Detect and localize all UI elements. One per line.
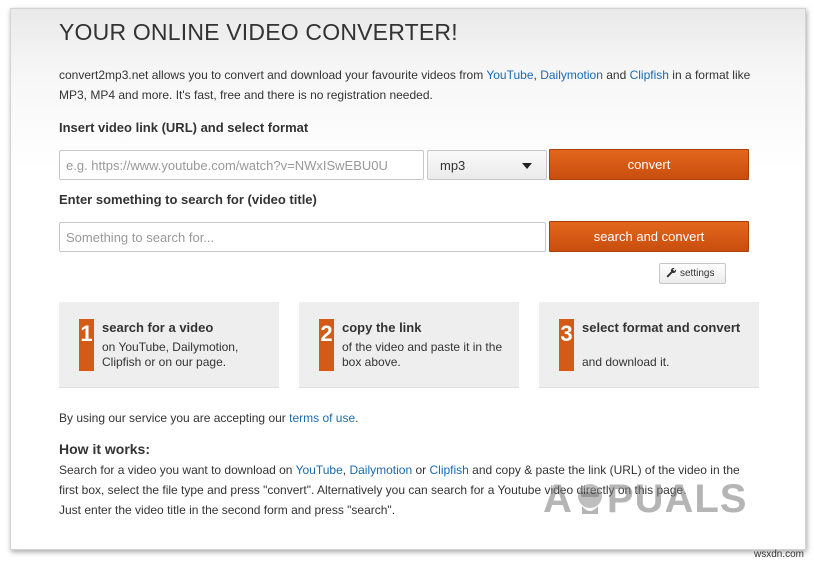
step-title: search for a video bbox=[102, 320, 214, 335]
format-select[interactable]: mp3 bbox=[427, 150, 547, 180]
format-select-value: mp3 bbox=[440, 158, 466, 173]
step-number: 2 bbox=[319, 319, 334, 371]
step-description: of the video and paste it in the box abo… bbox=[342, 340, 503, 369]
step-description: and download it. bbox=[582, 355, 670, 369]
video-url-input[interactable] bbox=[59, 150, 424, 180]
chevron-down-icon bbox=[522, 163, 532, 169]
site-watermark: wsxdn.com bbox=[753, 549, 804, 560]
settings-label: settings bbox=[680, 268, 715, 279]
page-title: YOUR ONLINE VIDEO CONVERTER! bbox=[59, 19, 458, 45]
dailymotion-link[interactable]: Dailymotion bbox=[349, 463, 412, 477]
youtube-link[interactable]: YouTube bbox=[486, 68, 533, 82]
page-frame: YOUR ONLINE VIDEO CONVERTER! convert2mp3… bbox=[10, 8, 806, 550]
how-it-works-heading: How it works: bbox=[59, 441, 151, 457]
search-and-convert-button[interactable]: search and convert bbox=[549, 221, 749, 252]
search-form-label: Enter something to search for (video tit… bbox=[59, 192, 317, 207]
terms-text: By using our service you are accepting o… bbox=[59, 411, 359, 425]
clipfish-link[interactable]: Clipfish bbox=[429, 463, 468, 477]
appuals-watermark-logo: A PUALS bbox=[543, 477, 748, 521]
search-input[interactable] bbox=[59, 222, 546, 252]
step-card-2: 2 copy the link of the video and paste i… bbox=[299, 302, 519, 388]
step-card-3: 3 select format and convert and download… bbox=[539, 302, 759, 388]
mascot-icon bbox=[577, 484, 602, 514]
step-title: copy the link bbox=[342, 320, 422, 335]
step-title: select format and convert bbox=[582, 320, 741, 335]
step-description: on YouTube, Dailymotion, Clipfish or on … bbox=[102, 340, 239, 369]
step-number: 1 bbox=[79, 319, 94, 371]
terms-of-use-link[interactable]: terms of use bbox=[289, 411, 355, 425]
step-card-1: 1 search for a video on YouTube, Dailymo… bbox=[59, 302, 279, 388]
clipfish-link[interactable]: Clipfish bbox=[630, 68, 669, 82]
intro-text: convert2mp3.net allows you to convert an… bbox=[59, 68, 751, 102]
youtube-link[interactable]: YouTube bbox=[296, 463, 343, 477]
convert-button[interactable]: convert bbox=[549, 149, 749, 180]
wrench-icon bbox=[666, 267, 677, 278]
step-number: 3 bbox=[559, 319, 574, 371]
settings-button[interactable]: settings bbox=[659, 263, 726, 284]
dailymotion-link[interactable]: Dailymotion bbox=[540, 68, 603, 82]
url-form-label: Insert video link (URL) and select forma… bbox=[59, 120, 309, 135]
